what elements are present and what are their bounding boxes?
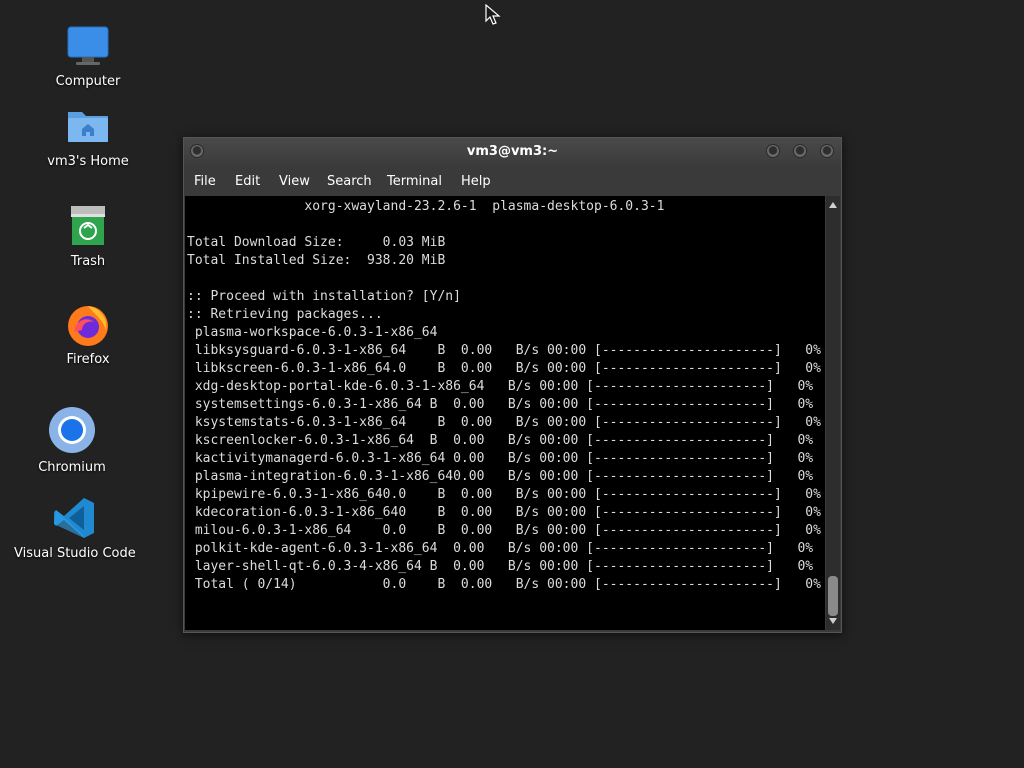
terminal-line: plasma-workspace-6.0.3-1-x86_64 [187, 325, 438, 340]
terminal-line: polkit-kde-agent-6.0.3-1-x86_64 0.00 B/s… [187, 541, 814, 556]
menu-terminal[interactable]: Terminal [387, 174, 442, 189]
terminal-line: kscreenlocker-6.0.3-1-x86_64 B 0.00 B/s … [187, 433, 814, 448]
menu-search[interactable]: Search [327, 174, 372, 189]
chromium-icon [48, 406, 96, 454]
terminal-line: kactivitymanagerd-6.0.3-1-x86_64 0.00 B/… [187, 451, 814, 466]
scrollbar-thumb[interactable] [828, 576, 838, 616]
desktop-icon-computer[interactable]: Computer [28, 24, 148, 89]
terminal-line: Total Installed Size: 938.20 MiB [187, 253, 446, 268]
desktop-icon-chromium[interactable]: Chromium [12, 406, 132, 475]
mouse-pointer-icon [485, 3, 501, 26]
home-folder-icon [66, 104, 110, 148]
firefox-icon [66, 302, 110, 346]
menu-view[interactable]: View [279, 174, 310, 189]
desktop-icon-firefox[interactable]: Firefox [28, 302, 148, 367]
scroll-down-arrow-icon[interactable] [829, 618, 837, 624]
desktop-icon-label: Trash [70, 254, 106, 269]
terminal-line: milou-6.0.3-1-x86_64 0.0 B 0.00 B/s 00:0… [187, 523, 821, 538]
terminal-line: :: Proceed with installation? [Y/n] [187, 289, 461, 304]
terminal-output[interactable]: xorg-xwayland-23.2.6-1 plasma-desktop-6.… [185, 196, 825, 630]
terminal-line: Total ( 0/14) 0.0 B 0.00 B/s 00:00 [----… [187, 577, 821, 592]
window-title: vm3@vm3:~ [466, 144, 559, 159]
vscode-icon [52, 496, 96, 540]
menu-file[interactable]: File [194, 174, 216, 189]
desktop-icon-label: Visual Studio Code [14, 546, 136, 561]
desktop-icon-label: Chromium [38, 460, 106, 475]
desktop-icon-label: Computer [55, 74, 121, 89]
terminal-line: layer-shell-qt-6.0.3-4-x86_64 B 0.00 B/s… [187, 559, 814, 574]
menu-help[interactable]: Help [461, 174, 491, 189]
terminal-window[interactable]: vm3@vm3:~ File Edit View Search Terminal… [183, 137, 842, 633]
minimize-button[interactable] [766, 144, 780, 158]
terminal-scrollbar[interactable] [826, 196, 840, 630]
terminal-line: kpipewire-6.0.3-1-x86_640.0 B 0.00 B/s 0… [187, 487, 821, 502]
terminal-line: plasma-integration-6.0.3-1-x86_640.00 B/… [187, 469, 814, 484]
terminal-line: :: Retrieving packages... [187, 307, 383, 322]
close-button[interactable] [820, 144, 834, 158]
terminal-line: xorg-xwayland-23.2.6-1 plasma-desktop-6.… [187, 199, 665, 214]
desktop-icon-vscode[interactable]: Visual Studio Code [14, 496, 136, 561]
title-bar[interactable]: vm3@vm3:~ [184, 138, 841, 166]
desktop-icon-trash[interactable]: Trash [28, 204, 148, 269]
terminal-line: libksysguard-6.0.3-1-x86_64 B 0.00 B/s 0… [187, 343, 821, 358]
terminal-line: Total Download Size: 0.03 MiB [187, 235, 446, 250]
trash-icon [66, 204, 110, 248]
computer-icon [66, 24, 110, 68]
desktop-icon-label: vm3's Home [47, 154, 129, 169]
scroll-up-arrow-icon[interactable] [829, 202, 837, 208]
terminal-line: ksystemstats-6.0.3-1-x86_64 B 0.00 B/s 0… [187, 415, 821, 430]
desktop-icon-home[interactable]: vm3's Home [28, 104, 148, 169]
menu-bar: File Edit View Search Terminal Help [184, 166, 841, 196]
terminal-line: xdg-desktop-portal-kde-6.0.3-1-x86_64 B/… [187, 379, 814, 394]
desktop-icon-label: Firefox [66, 352, 110, 367]
terminal-line: kdecoration-6.0.3-1-x86_640 B 0.00 B/s 0… [187, 505, 821, 520]
menu-edit[interactable]: Edit [235, 174, 260, 189]
maximize-button[interactable] [793, 144, 807, 158]
terminal-line: libkscreen-6.0.3-1-x86_64.0 B 0.00 B/s 0… [187, 361, 821, 376]
terminal-line: systemsettings-6.0.3-1-x86_64 B 0.00 B/s… [187, 397, 814, 412]
